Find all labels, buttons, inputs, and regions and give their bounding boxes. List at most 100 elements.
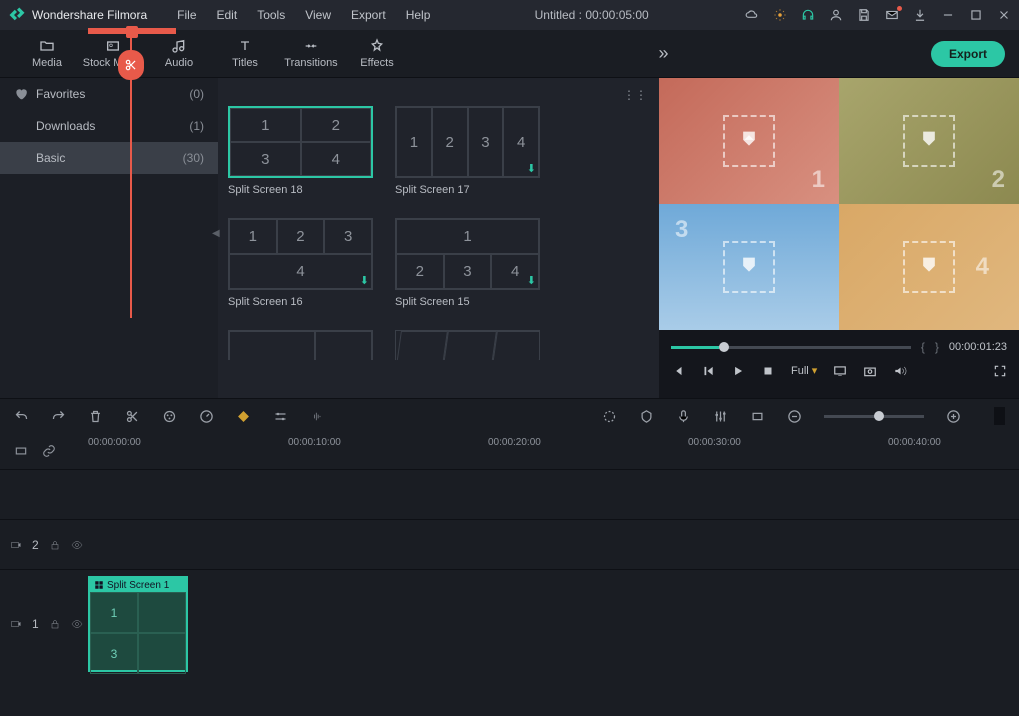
compare-icon[interactable]: [983, 407, 1005, 425]
mail-icon[interactable]: [885, 8, 899, 22]
prev-frame-icon[interactable]: [671, 364, 685, 378]
timeline-ruler[interactable]: 00:00:00:00 00:00:10:00 00:00:20:00 00:0…: [0, 433, 1019, 469]
gallery-item-ss17[interactable]: 1 2 3 4 ⬇ Split Screen 17: [395, 106, 540, 196]
loop-in-icon[interactable]: {: [921, 340, 925, 354]
step-back-icon[interactable]: [701, 364, 715, 378]
download-icon[interactable]: [913, 8, 927, 22]
user-icon[interactable]: [829, 8, 843, 22]
menu-tools[interactable]: Tools: [249, 4, 293, 26]
audio-wave-icon[interactable]: [310, 409, 325, 424]
menu-help[interactable]: Help: [398, 4, 439, 26]
speed-icon[interactable]: [199, 409, 214, 424]
tab-titles[interactable]: Titles: [212, 38, 278, 69]
maximize-icon[interactable]: [969, 8, 983, 22]
volume-icon[interactable]: [893, 364, 907, 378]
zoom-out-icon[interactable]: [787, 409, 802, 424]
color-icon[interactable]: [162, 409, 177, 424]
link-icon[interactable]: [42, 444, 56, 458]
minimize-icon[interactable]: [941, 8, 955, 22]
video-track-icon: [10, 618, 22, 630]
playhead-line: [130, 38, 132, 318]
cloud-icon[interactable]: [745, 8, 759, 22]
crop-icon[interactable]: [750, 409, 765, 424]
zoom-slider[interactable]: [824, 415, 924, 418]
preview-panel: 1 2 3 4 { } 00:00:01:23 Full ▾: [659, 78, 1019, 398]
display-icon[interactable]: [833, 364, 847, 378]
app-logo-icon: [8, 6, 26, 24]
collapse-sidebar-icon[interactable]: ◀: [212, 228, 220, 239]
menu-view[interactable]: View: [297, 4, 339, 26]
snapshot-icon[interactable]: [863, 364, 877, 378]
heart-icon: [14, 87, 28, 101]
titlebar: Wondershare Filmora File Edit Tools View…: [0, 0, 1019, 30]
spacer-row: [0, 469, 1019, 519]
eye-icon[interactable]: [71, 618, 83, 630]
close-icon[interactable]: [997, 8, 1011, 22]
video-track-icon: [10, 539, 22, 551]
timeline-clip[interactable]: Split Screen 1 13: [88, 576, 188, 672]
splitscreen-clip-icon: [94, 580, 104, 590]
mixer-icon[interactable]: [713, 409, 728, 424]
quality-dropdown[interactable]: Full ▾: [791, 364, 817, 378]
sidebar-item-downloads[interactable]: Downloads (1): [0, 110, 218, 142]
sidebar: Favorites (0) Downloads (1) Basic (30): [0, 78, 218, 398]
gallery-item-ss18[interactable]: 1 2 3 4 Split Screen 18: [228, 106, 373, 196]
export-button[interactable]: Export: [931, 41, 1005, 67]
track-2[interactable]: 2: [0, 519, 1019, 569]
fit-timeline-icon[interactable]: [14, 444, 28, 458]
brand-name: Wondershare Filmora: [32, 8, 147, 22]
eye-icon[interactable]: [71, 539, 83, 551]
lock-icon[interactable]: [49, 618, 61, 630]
menubar: File Edit Tools View Export Help: [169, 4, 438, 26]
marker-icon[interactable]: [639, 409, 654, 424]
sparkle-icon[interactable]: [773, 8, 787, 22]
gallery-item-ss16[interactable]: 1 2 3 4 ⬇ Split Screen 16: [228, 218, 373, 308]
tab-effects[interactable]: Effects: [344, 38, 410, 69]
tab-media[interactable]: Media: [14, 38, 80, 69]
delete-icon[interactable]: [88, 409, 103, 424]
gallery-item-ss15[interactable]: 1 2 3 4 ⬇ Split Screen 15: [395, 218, 540, 308]
timeline-toolbar: [0, 399, 1019, 433]
loop-out-icon[interactable]: }: [935, 340, 939, 354]
lock-icon[interactable]: [49, 539, 61, 551]
menu-export[interactable]: Export: [343, 4, 394, 26]
timeline-panel: 00:00:00:00 00:00:10:00 00:00:20:00 00:0…: [0, 398, 1019, 716]
tab-audio[interactable]: Audio: [146, 38, 212, 69]
sidebar-item-basic[interactable]: Basic (30): [0, 142, 218, 174]
settings-icon[interactable]: [273, 409, 288, 424]
track-number: 2: [32, 538, 39, 552]
more-tabs-icon[interactable]: »: [658, 43, 668, 64]
cut-marker-icon[interactable]: [118, 50, 144, 80]
play-icon[interactable]: [731, 364, 745, 378]
undo-icon[interactable]: [14, 409, 29, 424]
gallery-item-partial1[interactable]: 2: [228, 330, 373, 360]
zoom-in-icon[interactable]: [946, 409, 961, 424]
mic-icon[interactable]: [676, 409, 691, 424]
fullscreen-icon[interactable]: [993, 364, 1007, 378]
menu-file[interactable]: File: [169, 4, 204, 26]
gallery-item-partial2[interactable]: [395, 330, 540, 360]
menu-edit[interactable]: Edit: [209, 4, 246, 26]
save-icon[interactable]: [857, 8, 871, 22]
preview-scrubber[interactable]: [671, 346, 911, 349]
download-badge-icon: ⬇: [360, 274, 369, 287]
track-1[interactable]: 1 Split Screen 1 13: [0, 569, 1019, 677]
stop-icon[interactable]: [761, 364, 775, 378]
headphones-icon[interactable]: [801, 8, 815, 22]
document-title: Untitled : 00:00:05:00: [444, 8, 739, 22]
split-screen-gallery: ⋮⋮ ◀ 1 2 3 4 Split Screen 18 1 2 3 4 ⬇ S…: [218, 78, 659, 398]
preview-timecode: 00:00:01:23: [949, 341, 1007, 353]
track-number: 1: [32, 617, 39, 631]
split-icon[interactable]: [125, 409, 140, 424]
render-icon[interactable]: [602, 409, 617, 424]
tab-transitions[interactable]: Transitions: [278, 38, 344, 69]
preview-canvas[interactable]: 1 2 3 4: [659, 78, 1019, 330]
main-toolbar: Media Stock Media Audio Titles Transitio…: [0, 30, 1019, 78]
download-badge-icon: ⬇: [527, 274, 536, 287]
playhead[interactable]: [126, 26, 138, 38]
sidebar-item-favorites[interactable]: Favorites (0): [0, 78, 218, 110]
keyframe-icon[interactable]: [236, 409, 251, 424]
grid-handle-icon[interactable]: ⋮⋮: [623, 88, 647, 102]
download-badge-icon: ⬇: [527, 162, 536, 175]
redo-icon[interactable]: [51, 409, 66, 424]
